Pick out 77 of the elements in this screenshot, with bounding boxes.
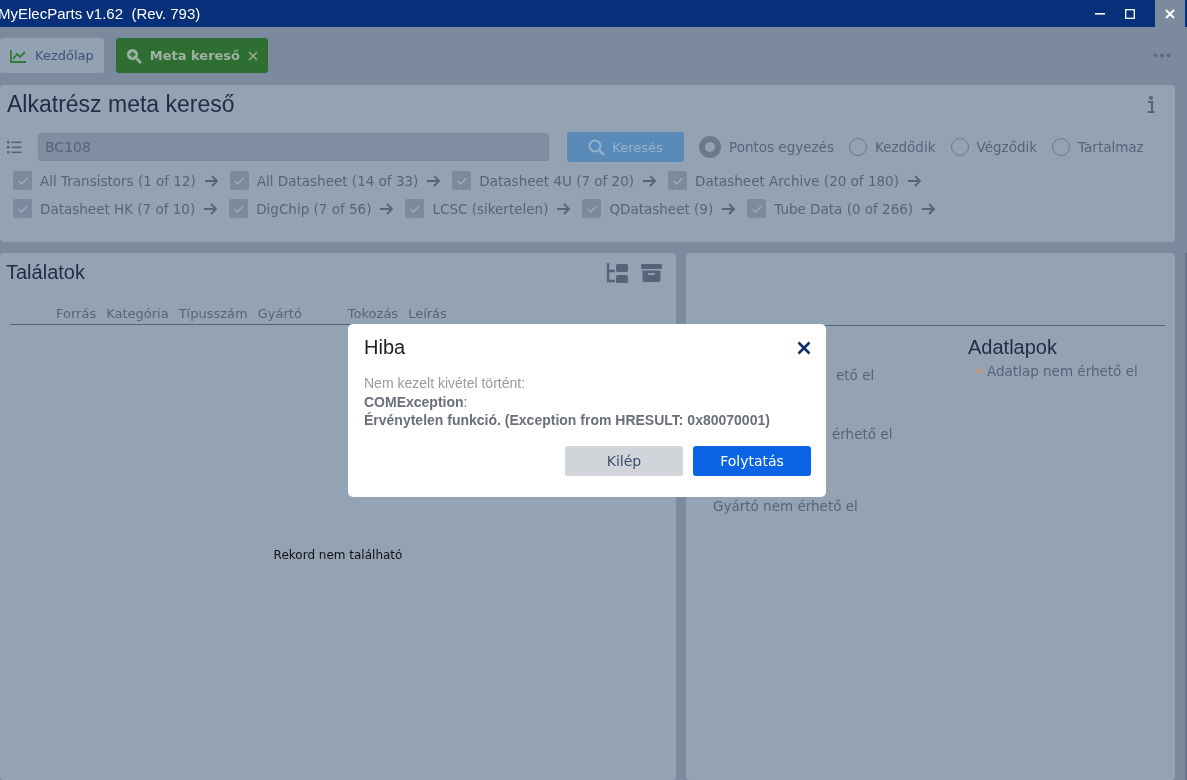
close-icon: [1165, 8, 1175, 19]
column-header[interactable]: Gyártó: [257, 306, 302, 323]
arrow-right-icon[interactable]: [203, 202, 219, 215]
check-icon: [232, 203, 245, 214]
tree-icon[interactable]: [605, 261, 629, 284]
source-label: All Datasheet (14 of 33): [256, 172, 419, 189]
dialog-message: Nem kezelt kivétel történt:: [364, 375, 527, 391]
column-header[interactable]: Tokozás: [347, 306, 399, 323]
arrow-right-icon[interactable]: [379, 202, 395, 215]
tab[interactable]: Meta kereső: [115, 38, 269, 73]
close-button[interactable]: [1155, 0, 1185, 27]
column-header[interactable]: Leírás: [408, 306, 447, 323]
radio-option[interactable]: Pontos egyezés: [699, 136, 834, 158]
checkbox[interactable]: [405, 199, 425, 218]
tab[interactable]: Kezdőlap: [0, 38, 104, 73]
column-header[interactable]: Forrás: [56, 306, 97, 323]
source-label: DigChip (7 of 56): [256, 200, 372, 217]
exception-name: COMException:: [364, 394, 469, 410]
check-icon: [671, 175, 684, 186]
arrow-right-icon[interactable]: [642, 174, 658, 187]
chart-line-icon: [10, 48, 27, 63]
arrow-right-icon[interactable]: [203, 174, 219, 187]
source-label: QDatasheet (9): [609, 200, 714, 217]
column-header[interactable]: Kategória: [106, 306, 169, 323]
arrow-right-icon[interactable]: [921, 202, 937, 215]
exception-message: Érvénytelen funkció. (Exception from HRESULT: 0x80070001): [364, 412, 771, 428]
source-label: Datasheet 4U (7 of 20): [479, 172, 635, 189]
arrow-right-icon[interactable]: [721, 202, 737, 215]
detail-text: Gyártó nem érhető el: [713, 498, 858, 514]
checkbox[interactable]: [229, 199, 249, 218]
empty-message: Rekord nem található: [273, 548, 403, 562]
checkbox[interactable]: [452, 171, 472, 190]
checkbox[interactable]: [668, 171, 688, 190]
checkbox[interactable]: [13, 171, 32, 190]
search-button[interactable]: Keresés: [567, 132, 684, 162]
checkbox[interactable]: [229, 171, 249, 190]
source-label: Datasheet Archive (20 of 180): [695, 172, 899, 189]
continue-button[interactable]: Folytatás: [693, 446, 811, 476]
source-label: Datasheet HK (7 of 10): [40, 200, 196, 217]
check-icon: [16, 175, 29, 186]
panel-title: Találatok: [6, 261, 85, 284]
search-icon: [588, 138, 606, 156]
dialog-title: Hiba: [364, 336, 406, 359]
checkbox[interactable]: [747, 199, 767, 218]
check-icon: [408, 203, 421, 214]
radio-option[interactable]: Tartalmaz: [1052, 138, 1144, 156]
arrow-right-icon[interactable]: [556, 202, 572, 215]
checkbox[interactable]: [13, 199, 32, 218]
datasheet-text: Adatlap nem érhető el: [987, 363, 1138, 379]
checkbox[interactable]: [582, 199, 602, 218]
arrow-right-icon[interactable]: [426, 174, 442, 187]
panel-title: Alkatrész meta kereső: [7, 91, 235, 118]
archive-icon[interactable]: [641, 263, 662, 282]
bullet-icon: [974, 366, 984, 376]
radio-option[interactable]: Végződik: [950, 138, 1038, 156]
source-label: LCSC (sikertelen): [432, 200, 549, 217]
source-label: All Transistors (1 of 12): [40, 172, 196, 189]
window-title: MyElecParts v1.62 (Rev. 793): [0, 5, 201, 22]
more-icon[interactable]: [1153, 53, 1171, 58]
source-label: Tube Data (0 of 266): [774, 200, 914, 217]
check-icon: [16, 203, 29, 214]
check-icon: [233, 175, 246, 186]
zoom-in-icon: [125, 47, 142, 64]
section-title: Adatlapok: [968, 336, 1058, 359]
maximize-icon[interactable]: [1125, 8, 1135, 19]
column-header[interactable]: Típusszám: [178, 306, 248, 323]
exit-button[interactable]: Kilép: [565, 446, 683, 476]
check-icon: [455, 175, 468, 186]
detail-text: érhető el: [832, 426, 893, 442]
info-icon[interactable]: [1147, 95, 1155, 114]
check-icon: [750, 203, 763, 214]
arrow-right-icon[interactable]: [906, 174, 922, 187]
close-icon[interactable]: [797, 340, 811, 355]
check-icon: [585, 203, 598, 214]
radio-option[interactable]: Kezdődik: [848, 138, 936, 156]
list-icon[interactable]: [7, 140, 22, 154]
detail-text: ető el: [836, 367, 875, 383]
